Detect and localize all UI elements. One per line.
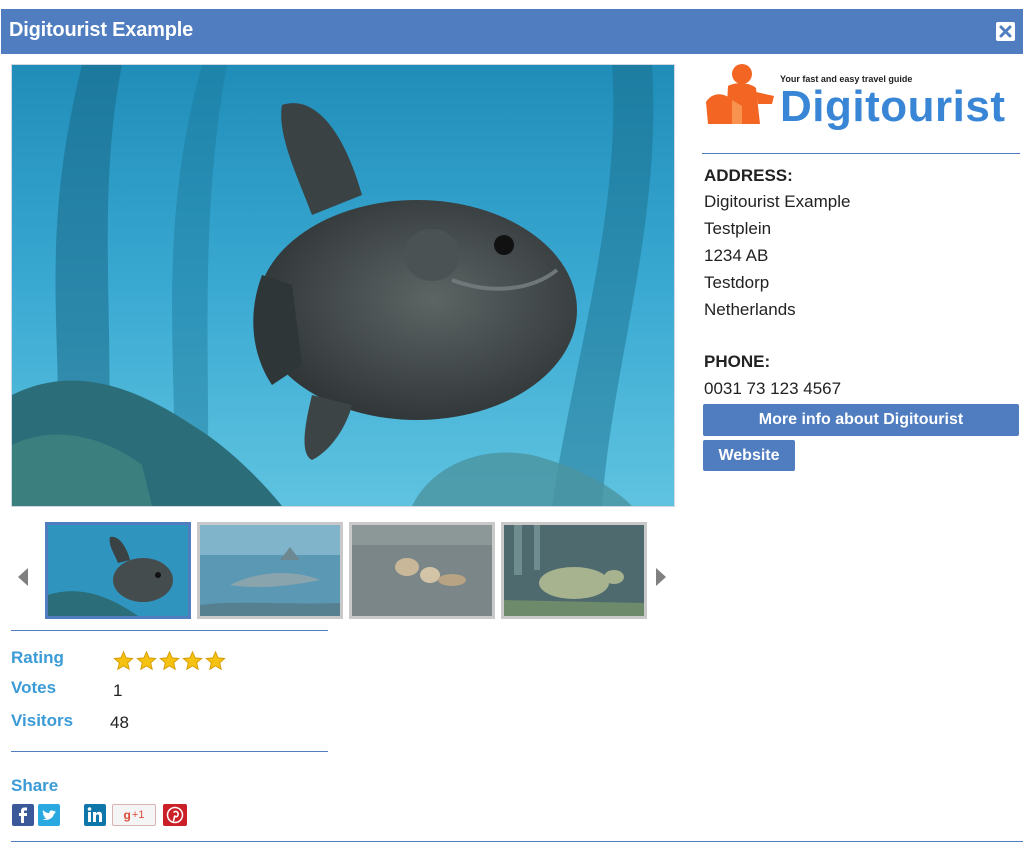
facebook-share-button[interactable]: [12, 804, 34, 826]
dialog-title: Digitourist Example: [9, 19, 194, 41]
share-label: Share: [11, 776, 59, 795]
google-plus-share-button[interactable]: g +1: [112, 804, 156, 826]
star-icon: [136, 650, 157, 671]
star-icon: [205, 650, 226, 671]
divider: [11, 630, 328, 631]
address-line: Digitourist Example: [704, 192, 851, 211]
facebook-icon: [19, 807, 27, 823]
rating-stars: [112, 650, 227, 672]
gallery-thumbnail-sunfish[interactable]: [45, 522, 191, 619]
phone-number: 0031 73 123 4567: [704, 379, 842, 398]
google-plus-icon: g: [123, 808, 131, 822]
linkedin-icon: [87, 807, 102, 822]
divider: [11, 841, 1023, 842]
visitors-label: Visitors: [11, 711, 74, 730]
tourist-figure-icon: [706, 64, 774, 124]
pinterest-share-button[interactable]: [163, 804, 187, 826]
address-line: Testplein: [704, 219, 772, 238]
close-button[interactable]: [996, 22, 1015, 41]
digitourist-logo: Your fast and easy travel guide Digitour…: [702, 60, 1022, 140]
address-heading: ADDRESS:: [704, 166, 793, 185]
gallery-thumbnail-otters[interactable]: [349, 522, 495, 619]
twitter-icon: [42, 810, 56, 820]
dialog-titlebar: Digitourist Example: [1, 9, 1023, 54]
address-line: Testdorp: [704, 273, 770, 292]
gallery-thumbnail-turtle[interactable]: [501, 522, 647, 619]
votes-label: Votes: [11, 678, 57, 697]
votes-value: 1: [113, 681, 123, 700]
star-icon: [113, 650, 134, 671]
website-button[interactable]: Website: [703, 440, 795, 471]
gallery-prev-arrow-icon[interactable]: [16, 566, 30, 588]
linkedin-share-button[interactable]: [84, 804, 106, 826]
address-line: 1234 AB: [704, 246, 769, 265]
gallery-thumbnail-shark[interactable]: [197, 522, 343, 619]
rating-label: Rating: [11, 648, 64, 667]
more-info-button[interactable]: More info about Digitourist: [703, 404, 1019, 436]
pinterest-icon: [166, 806, 184, 824]
twitter-share-button[interactable]: [38, 804, 60, 826]
phone-heading: PHONE:: [704, 352, 771, 371]
divider: [11, 751, 328, 752]
address-line: Netherlands: [704, 300, 796, 319]
main-photo: [11, 64, 675, 507]
divider: [702, 153, 1020, 154]
close-icon: [999, 25, 1012, 38]
star-icon: [182, 650, 203, 671]
star-icon: [159, 650, 180, 671]
logo-brand: Digitourist: [780, 82, 1006, 131]
gallery-next-arrow-icon[interactable]: [654, 566, 668, 588]
visitors-value: 48: [110, 713, 129, 732]
google-plus-label: +1: [131, 809, 145, 821]
